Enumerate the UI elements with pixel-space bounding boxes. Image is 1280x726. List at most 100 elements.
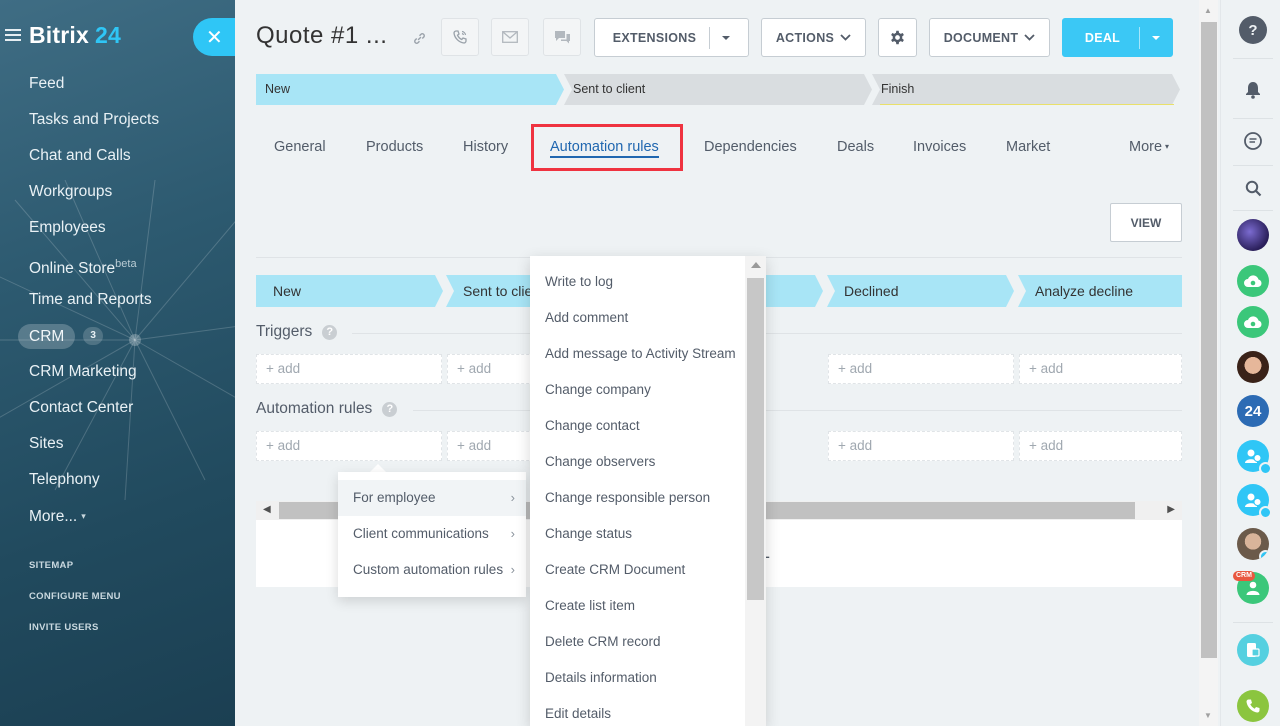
tab-general[interactable]: General: [274, 124, 326, 170]
chat-bubble-icon: [554, 30, 570, 43]
avatar[interactable]: [1237, 528, 1269, 560]
hamburger-menu-icon[interactable]: [5, 29, 21, 41]
menu-item-change-company[interactable]: Change company: [530, 372, 744, 408]
cloud-chat-icon[interactable]: [1237, 306, 1269, 338]
invite-users-link[interactable]: INVITE USERS: [29, 617, 121, 648]
add-trigger-button[interactable]: + add: [256, 354, 442, 384]
gear-icon: [891, 30, 904, 45]
call-button[interactable]: [441, 18, 479, 56]
configure-menu-link[interactable]: CONFIGURE MENU: [29, 586, 121, 617]
avatar[interactable]: [1237, 219, 1269, 251]
avatar[interactable]: [1237, 351, 1269, 383]
scroll-down-icon[interactable]: ▼: [1204, 711, 1212, 720]
chat-button[interactable]: [543, 18, 581, 56]
menu-item-details-information[interactable]: Details information: [530, 660, 744, 696]
stage-sent-to-client[interactable]: Sent to client: [564, 74, 872, 105]
actions-button[interactable]: ACTIONS: [761, 18, 866, 57]
sidebar-item-sites[interactable]: Sites: [29, 426, 229, 462]
menu-item-delete-crm-record[interactable]: Delete CRM record: [530, 624, 744, 660]
tab-market[interactable]: Market: [1006, 124, 1050, 170]
caret-down-icon: [722, 35, 731, 40]
scrollbar-thumb[interactable]: [747, 278, 764, 600]
status-badge: [1259, 550, 1269, 560]
bitrix24-chat-avatar[interactable]: 24: [1237, 395, 1269, 427]
add-automation-rule-button[interactable]: + add: [1019, 431, 1182, 461]
settings-button[interactable]: [878, 18, 917, 57]
close-slider-button[interactable]: ✕: [193, 18, 235, 56]
notifications-bell-icon[interactable]: [1237, 74, 1269, 106]
deal-button[interactable]: DEAL: [1062, 18, 1173, 57]
add-trigger-button[interactable]: + add: [1019, 354, 1182, 384]
crm-badge: CRM: [1233, 571, 1255, 581]
user-clock-icon[interactable]: [1237, 440, 1272, 475]
contact-center-icon[interactable]: [1237, 634, 1269, 666]
menu-item-change-observers[interactable]: Change observers: [530, 444, 744, 480]
scroll-left-icon[interactable]: ◀: [263, 504, 271, 515]
menu-item-write-to-log[interactable]: Write to log: [530, 264, 744, 300]
chevron-down-icon: [840, 34, 851, 41]
help-icon[interactable]: ?: [382, 401, 398, 417]
tab-more[interactable]: More ▾: [1129, 124, 1169, 170]
scroll-up-icon[interactable]: [751, 262, 761, 268]
menu-item-for-employee[interactable]: For employee ›: [338, 480, 526, 516]
submenu-scrollbar[interactable]: [745, 256, 766, 726]
menu-item-change-responsible-person[interactable]: Change responsible person: [530, 480, 744, 516]
sidebar-item-crm[interactable]: CRM 3: [18, 318, 229, 354]
tab-automation-rules[interactable]: Automation rules: [550, 124, 659, 170]
bitrix24-logo[interactable]: Bitrix 24: [29, 22, 121, 49]
document-button[interactable]: DOCUMENT: [929, 18, 1050, 57]
sidebar-item-workgroups[interactable]: Workgroups: [29, 174, 229, 210]
tab-invoices[interactable]: Invoices: [913, 124, 966, 170]
sidebar-item-label: Online Store: [29, 260, 116, 278]
sitemap-link[interactable]: SITEMAP: [29, 555, 121, 586]
sidebar-item-more[interactable]: More... ▾: [29, 498, 229, 534]
phone-call-icon[interactable]: [1237, 690, 1269, 722]
view-button[interactable]: VIEW: [1110, 203, 1182, 242]
sidebar-item-employees[interactable]: Employees: [29, 210, 229, 246]
scrollbar-thumb[interactable]: [1201, 22, 1217, 658]
crm-counter-badge: 3: [83, 327, 103, 345]
stage-new[interactable]: New: [256, 74, 564, 105]
divider: [1233, 58, 1273, 59]
help-question-icon[interactable]: ?: [1239, 16, 1267, 44]
messenger-icon[interactable]: [1237, 125, 1269, 157]
page-vertical-scrollbar[interactable]: ▲ ▼: [1199, 0, 1218, 726]
user-clock-icon[interactable]: [1237, 484, 1272, 519]
menu-item-create-list-item[interactable]: Create list item: [530, 588, 744, 624]
search-icon[interactable]: [1237, 172, 1269, 204]
menu-item-change-status[interactable]: Change status: [530, 516, 744, 552]
scroll-up-icon[interactable]: ▲: [1204, 6, 1212, 15]
cloud-chat-icon[interactable]: [1237, 265, 1269, 297]
sidebar-item-telephony[interactable]: Telephony: [29, 462, 229, 498]
sidebar-item-contact-center[interactable]: Contact Center: [29, 390, 229, 426]
add-automation-rule-button[interactable]: + add: [828, 431, 1014, 461]
extensions-button[interactable]: EXTENSIONS: [594, 18, 749, 57]
add-rule-category-menu: For employee › Client communications › Cus…: [338, 472, 526, 597]
sidebar-item-crm-marketing[interactable]: CRM Marketing: [29, 354, 229, 390]
menu-item-add-message-to-activity-stream[interactable]: Add message to Activity Stream: [530, 336, 744, 372]
add-automation-rule-button[interactable]: + add: [256, 431, 442, 461]
email-button[interactable]: [491, 18, 529, 56]
chevron-down-icon: [1024, 34, 1035, 41]
tab-deals[interactable]: Deals: [837, 124, 874, 170]
menu-item-client-communications[interactable]: Client communications ›: [338, 516, 526, 552]
page-title[interactable]: Quote #1 ...: [256, 22, 387, 50]
menu-item-add-comment[interactable]: Add comment: [530, 300, 744, 336]
tab-history[interactable]: History: [463, 124, 508, 170]
scroll-right-icon[interactable]: ▶: [1167, 504, 1175, 515]
sidebar-item-online-store[interactable]: Online Storebeta: [29, 246, 229, 282]
sidebar-item-chat-and-calls[interactable]: Chat and Calls: [29, 138, 229, 174]
stage-finish[interactable]: Finish: [872, 74, 1180, 105]
link-icon[interactable]: [413, 32, 426, 45]
sidebar-item-feed[interactable]: Feed: [29, 66, 229, 102]
tab-products[interactable]: Products: [366, 124, 423, 170]
tab-dependencies[interactable]: Dependencies: [704, 124, 797, 170]
add-trigger-button[interactable]: + add: [828, 354, 1014, 384]
sidebar-item-tasks-and-projects[interactable]: Tasks and Projects: [29, 102, 229, 138]
menu-item-create-crm-document[interactable]: Create CRM Document: [530, 552, 744, 588]
menu-item-custom-automation-rules[interactable]: Custom automation rules ›: [338, 552, 526, 588]
menu-item-change-contact[interactable]: Change contact: [530, 408, 744, 444]
help-icon[interactable]: ?: [322, 324, 338, 340]
menu-item-edit-details[interactable]: Edit details: [530, 696, 744, 726]
sidebar-item-time-and-reports[interactable]: Time and Reports: [29, 282, 229, 318]
